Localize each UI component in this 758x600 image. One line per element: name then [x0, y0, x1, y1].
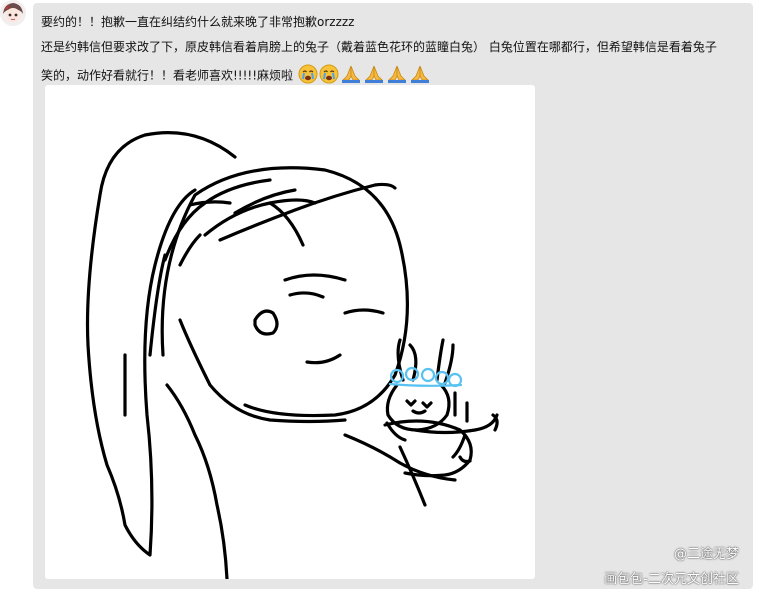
message-line-2: 还是约韩信但要求改了下，原皮韩信看着肩膀上的兔子（戴着蓝色花环的蓝瞳白兔） 白兔…	[41, 40, 717, 54]
message-line-1: 要约的！！抱歉一直在纠结约什么就来晚了非常抱歉orzzzz	[41, 15, 355, 29]
attached-sketch-image[interactable]	[45, 85, 535, 581]
message-line-3-text: 笑的，动作好看就行！！看老师喜欢!!!!!麻烦啦	[41, 68, 294, 83]
message-bubble: 要约的！！抱歉一直在纠结约什么就来晚了非常抱歉orzzzz 还是约韩信但要求改了…	[33, 3, 753, 589]
watermark-site: 画包包-二次元文创社区	[604, 572, 739, 587]
comment-page: 要约的！！抱歉一直在纠结约什么就来晚了非常抱歉orzzzz 还是约韩信但要求改了…	[0, 0, 758, 600]
avatar[interactable]	[0, 0, 26, 26]
watermark-author: @三途无梦	[673, 547, 739, 562]
sketch-drawing	[85, 131, 499, 581]
avatar-image	[0, 0, 26, 26]
